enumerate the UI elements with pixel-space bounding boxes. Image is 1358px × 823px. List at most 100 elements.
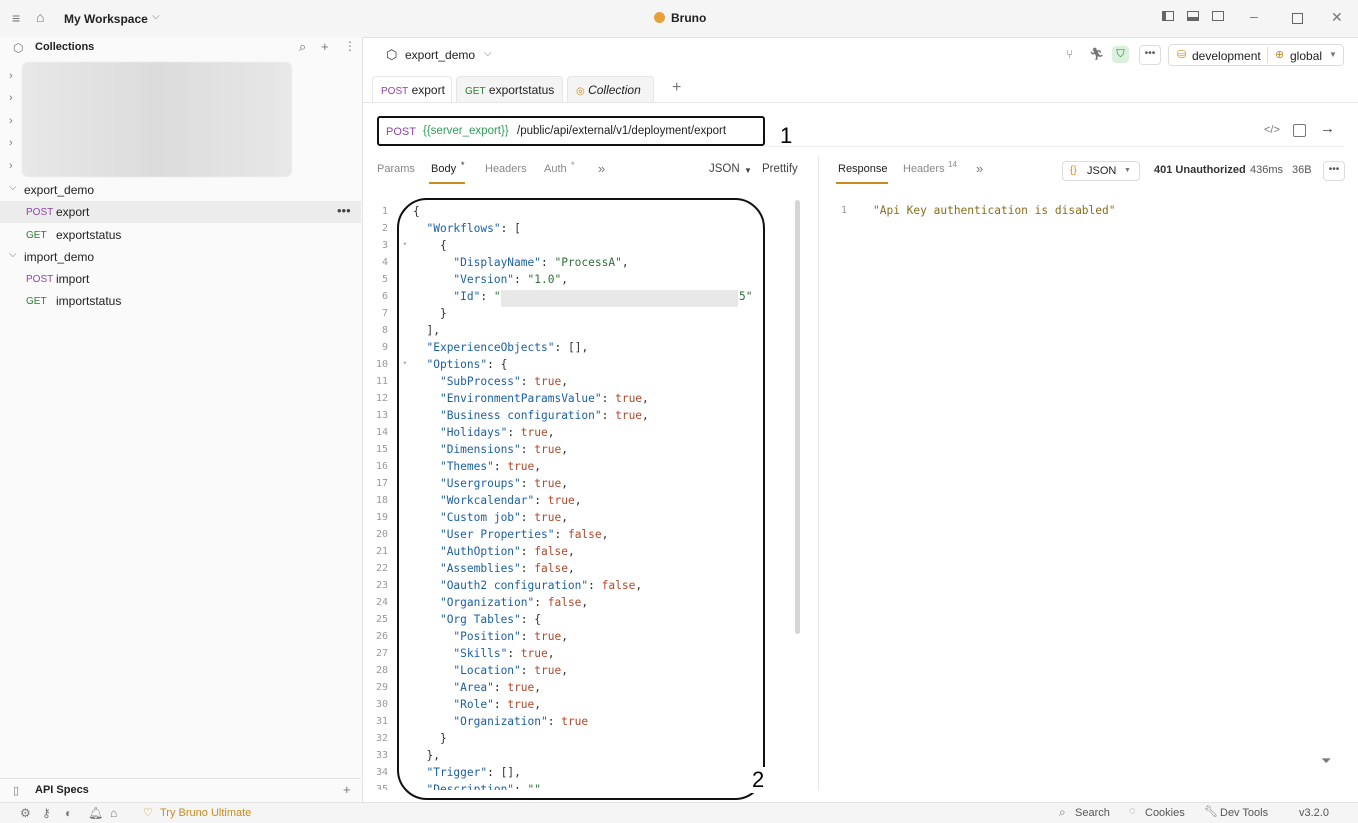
line-number: 18: [375, 495, 388, 506]
database-icon: ⛁: [1177, 49, 1187, 61]
search-icon[interactable]: ⌕: [299, 39, 306, 55]
line-number: 14: [375, 427, 388, 438]
line-number: 25: [375, 614, 388, 625]
chevron-down-icon[interactable]: ⌵: [152, 11, 160, 22]
menu-icon[interactable]: ≡: [12, 10, 20, 26]
method-badge: GET: [26, 296, 47, 307]
method-selector[interactable]: POST: [386, 126, 416, 138]
response-status: 401 Unauthorized: [1154, 164, 1246, 176]
add-icon[interactable]: +: [343, 782, 351, 797]
app-title: Bruno: [671, 11, 707, 25]
pane-divider[interactable]: [818, 156, 819, 790]
add-icon[interactable]: +: [321, 39, 329, 54]
line-number: 5: [381, 274, 388, 285]
line-number: 7: [381, 308, 388, 319]
line-number: 27: [375, 648, 388, 659]
collection-name[interactable]: export_demo: [405, 48, 475, 62]
response-more-button[interactable]: •••: [1323, 161, 1345, 181]
request-name: export: [56, 205, 90, 219]
dev-tools-button[interactable]: Dev Tools: [1220, 807, 1268, 819]
line-number: 2: [381, 223, 388, 234]
collection-settings-icon: ◎: [576, 86, 585, 97]
title-bar: ≡ ⌂ My Workspace ⌵ Bruno – ✕: [0, 0, 1358, 38]
tab-auth[interactable]: Auth: [544, 163, 567, 175]
more-icon[interactable]: •••: [337, 203, 351, 218]
line-number: 19: [375, 512, 388, 523]
editor-scrollbar[interactable]: [795, 200, 800, 634]
response-body: "Api Key authentication is disabled": [873, 204, 1116, 217]
tab-headers[interactable]: Headers: [485, 163, 527, 175]
new-tab-icon[interactable]: +: [672, 79, 681, 97]
tab-collection[interactable]: ◎ Collection: [567, 76, 654, 102]
file-icon: ▯: [13, 785, 20, 797]
tab-response[interactable]: Response: [838, 163, 888, 175]
annotation-2: 2: [750, 767, 767, 793]
url-bar[interactable]: POST {{server_export}} /public/api/exter…: [377, 116, 765, 146]
toggle-bottom-panel-icon[interactable]: [1187, 11, 1199, 21]
env-name: development: [1192, 49, 1261, 63]
chevron-down-icon[interactable]: ⌵: [9, 182, 17, 193]
line-number: 30: [375, 699, 388, 710]
chevron-down-icon[interactable]: ⌵: [9, 249, 17, 260]
line-number: 28: [375, 665, 388, 676]
body-mode-selector[interactable]: JSON: [709, 163, 740, 175]
bell-icon[interactable]: 🔔︎: [88, 806, 103, 820]
search-button[interactable]: Search: [1075, 807, 1110, 819]
layout-icon[interactable]: [1212, 11, 1224, 21]
shield-icon[interactable]: ⛉: [1112, 46, 1129, 63]
code-icon[interactable]: </>: [1264, 124, 1280, 136]
sidebar-item-exportstatus[interactable]: GET exportstatus: [0, 224, 361, 246]
response-time: 436ms: [1250, 164, 1284, 176]
maximize-icon[interactable]: [1292, 13, 1303, 24]
workspace-name[interactable]: My Workspace: [64, 12, 148, 26]
palette-icon[interactable]: ◐: [65, 806, 72, 820]
response-format-selector[interactable]: {} JSON ▼: [1062, 161, 1140, 181]
prettify-button[interactable]: Prettify: [762, 163, 798, 175]
try-ultimate-link[interactable]: Try Bruno Ultimate: [160, 807, 251, 819]
tab-response-headers[interactable]: Headers: [903, 163, 945, 175]
line-number: 35: [375, 784, 388, 790]
close-icon[interactable]: ✕: [1331, 9, 1343, 26]
toggle-sidebar-icon[interactable]: [1162, 11, 1174, 21]
folder-export-demo[interactable]: export_demo: [24, 183, 94, 197]
caret-down-icon[interactable]: ▼: [744, 166, 752, 175]
filter-icon[interactable]: ⏷: [1321, 753, 1331, 769]
tab-post-export[interactable]: POST export: [372, 76, 452, 102]
folder-import-demo[interactable]: import_demo: [24, 250, 94, 264]
environment-selector[interactable]: ⛁ development ⊕ global ▼: [1168, 44, 1344, 66]
line-number: 1: [381, 206, 388, 217]
api-specs-section[interactable]: ▯ API Specs +: [0, 778, 361, 803]
chevron-down-icon[interactable]: ⌵: [484, 48, 492, 59]
tab-body[interactable]: Body: [431, 163, 456, 175]
github-icon[interactable]: ⌂: [110, 806, 117, 820]
chevron-right-icon[interactable]: ›: [9, 160, 13, 172]
minimize-icon[interactable]: –: [1250, 8, 1258, 24]
sidebar-item-importstatus[interactable]: GET importstatus: [0, 290, 361, 312]
method-badge: POST: [26, 207, 54, 218]
more-tabs-icon[interactable]: »: [976, 161, 983, 176]
more-vertical-icon[interactable]: ⋮: [344, 39, 356, 53]
runner-icon[interactable]: 🏃︎: [1089, 47, 1104, 61]
more-tabs-icon[interactable]: »: [598, 161, 605, 176]
chevron-right-icon[interactable]: ›: [9, 137, 13, 149]
save-icon[interactable]: [1293, 124, 1306, 137]
chevron-right-icon[interactable]: ›: [9, 70, 13, 82]
tab-label: exportstatus: [488, 83, 555, 97]
tab-params[interactable]: Params: [377, 163, 415, 175]
collections-icon: ⬡: [13, 41, 24, 55]
app-logo-icon: [654, 12, 665, 23]
chevron-right-icon[interactable]: ›: [9, 115, 13, 127]
cookies-button[interactable]: Cookies: [1145, 807, 1185, 819]
settings-icon[interactable]: ⚙: [20, 806, 31, 820]
home-icon[interactable]: ⌂: [36, 9, 44, 25]
chevron-right-icon[interactable]: ›: [9, 92, 13, 104]
more-button[interactable]: •••: [1139, 45, 1161, 65]
sidebar-item-export[interactable]: POST export •••: [0, 201, 361, 223]
line-number: 11: [375, 376, 388, 387]
key-icon[interactable]: ⚷: [42, 806, 51, 820]
caret-down-icon: ▼: [1124, 167, 1131, 174]
branch-icon[interactable]: ⑂: [1066, 47, 1073, 61]
send-arrow-icon[interactable]: →: [1320, 120, 1335, 137]
sidebar-item-import[interactable]: POST import: [0, 268, 361, 290]
tab-get-exportstatus[interactable]: GET exportstatus: [456, 76, 563, 102]
